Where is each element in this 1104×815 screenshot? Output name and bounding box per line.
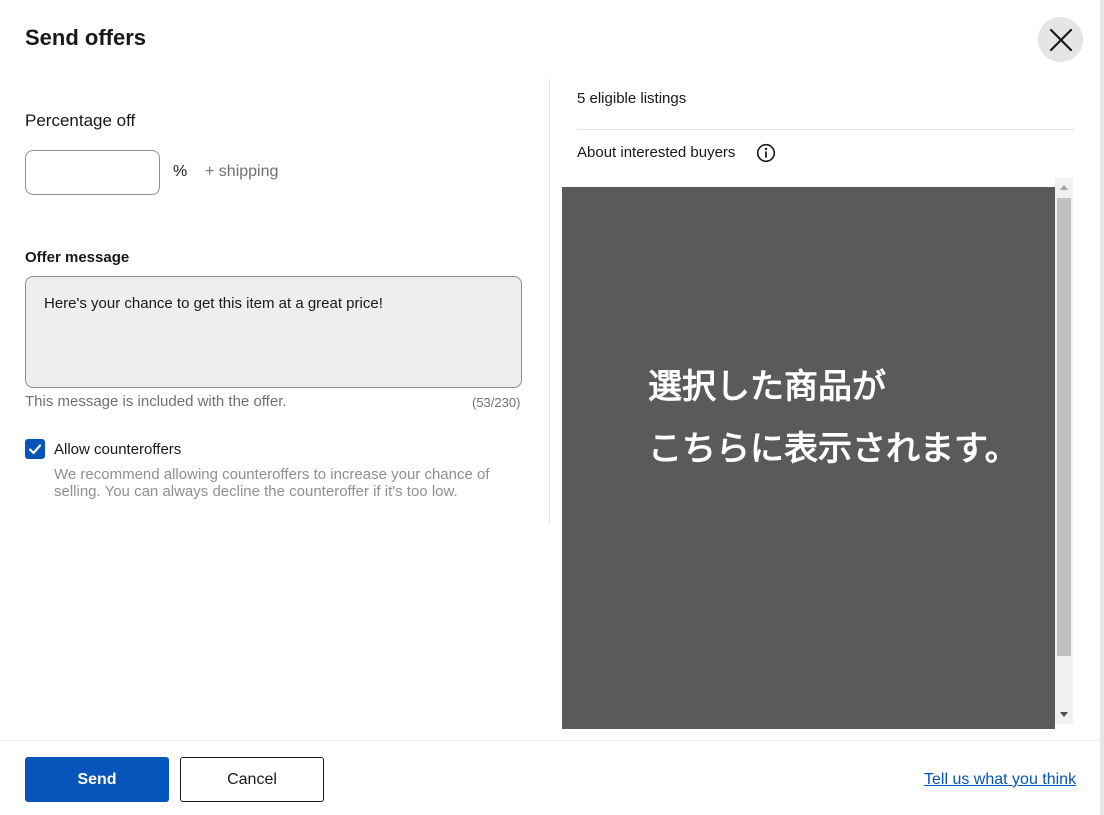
feedback-link[interactable]: Tell us what you think	[924, 771, 1076, 789]
offer-message-textarea[interactable]: Here's your chance to get this item at a…	[25, 276, 522, 388]
cancel-button[interactable]: Cancel	[180, 757, 324, 802]
character-count: (53/230)	[472, 395, 521, 410]
counteroffers-description: We recommend allowing counteroffers to i…	[54, 466, 490, 500]
close-icon	[1049, 28, 1072, 51]
column-divider	[549, 79, 550, 524]
percentage-input[interactable]	[25, 150, 160, 195]
send-button[interactable]: Send	[25, 757, 169, 802]
scroll-down-arrow-icon[interactable]	[1055, 706, 1073, 724]
scroll-thumb[interactable]	[1057, 198, 1071, 656]
about-interested-buyers: About interested buyers	[577, 144, 736, 161]
preview-text-line-2: こちらに表示されます。	[648, 429, 1019, 469]
close-button[interactable]	[1038, 17, 1083, 62]
footer-divider	[0, 740, 1100, 741]
info-icon[interactable]	[756, 143, 776, 163]
listings-divider	[577, 129, 1074, 130]
preview-scrollbar[interactable]	[1055, 178, 1073, 724]
listings-preview-panel: 選択した商品が こちらに表示されます。	[562, 187, 1055, 729]
allow-counteroffers-checkbox[interactable]	[25, 439, 45, 459]
scroll-up-arrow-icon[interactable]	[1055, 178, 1073, 196]
offer-message-help: This message is included with the offer.	[25, 393, 287, 410]
shipping-note: + shipping	[205, 163, 279, 180]
percent-sign: %	[173, 163, 188, 180]
checkmark-icon	[28, 444, 42, 455]
percentage-label: Percentage off	[25, 111, 136, 130]
preview-text-line-1: 選択した商品が	[648, 367, 886, 407]
allow-counteroffers-label[interactable]: Allow counteroffers	[54, 441, 181, 458]
eligible-listings-count: 5 eligible listings	[577, 90, 687, 107]
offer-message-label: Offer message	[25, 249, 130, 266]
window-edge	[1100, 0, 1104, 815]
dialog-title: Send offers	[25, 25, 147, 50]
